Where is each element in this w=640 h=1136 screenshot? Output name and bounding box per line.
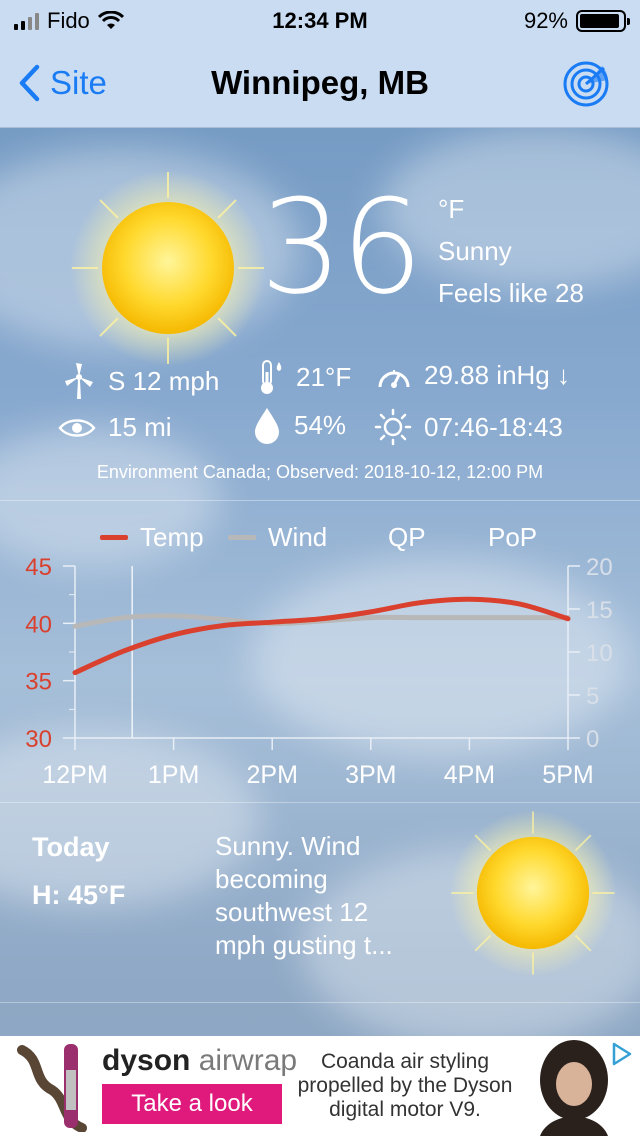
sunrise-sunset-stat: 07:46-18:43 [374,408,563,446]
ad-product-name: airwrap [198,1044,298,1077]
page-title: Winnipeg, MB [211,64,429,101]
x-tick-label: 5PM [542,761,593,789]
humidity-value: 54% [294,409,347,440]
dewpoint-stat: 21°F [258,358,351,396]
x-tick-label: 3PM [345,761,396,789]
ad-brand-name: dyson [102,1044,191,1077]
divider [0,1002,640,1003]
forecast-period: Today [32,832,110,862]
x-tick-label: 2PM [246,761,297,789]
pressure-stat: 29.88 inHg ↓ [376,360,570,391]
y-left-tick-label: 35 [25,669,52,696]
pressure-value: 29.88 inHg ↓ [424,360,570,390]
thermometer-icon [261,360,282,394]
radar-icon[interactable] [562,60,610,108]
temperature-unit: °F [438,194,465,224]
navigation-bar: Site Winnipeg, MB [0,40,640,128]
gauge-icon [378,369,410,388]
ad-brand: dyson airwrap [102,1044,297,1078]
current-temperature: 36 [260,171,423,323]
dewpoint-value: 21°F [296,361,352,392]
sunny-forecast-icon [449,809,617,977]
status-bar: Fido 12:34 PM 92% [0,0,640,40]
forecast-high: H: 45°F [32,880,126,910]
adchoices-icon[interactable] [610,1042,634,1066]
humidity-stat: 54% [252,406,346,444]
y-left-tick-label: 30 [25,726,52,753]
current-condition: Sunny [438,236,512,266]
hair-curler-image [17,1044,87,1132]
x-tick-label: 4PM [444,761,495,789]
eye-icon [58,418,96,437]
ad-banner[interactable]: dyson airwrap Take a look Coanda air sty… [0,1036,640,1136]
x-tick-label: 1PM [148,761,199,789]
sun-times-value: 07:46-18:43 [424,411,563,442]
observation-source: Environment Canada; Observed: 2018-10-12… [96,462,544,482]
feels-like: Feels like 28 [438,278,584,308]
battery-icon [576,10,630,32]
ad-copy: Coanda air styling propelled by the Dyso… [297,1050,513,1121]
y-right-tick-label: 5 [586,683,599,710]
wind-turbine-icon [65,363,93,399]
temp-series-line [72,596,571,676]
divider [0,802,640,803]
ad-model-image [540,1040,608,1136]
sun-outline-icon [374,408,412,446]
y-left-tick-label: 45 [25,554,52,581]
ad-take-a-look-button[interactable]: Take a look [102,1084,282,1124]
hourly-forecast-chart[interactable]: 45 40 35 30 20 15 10 5 0 12PM 1PM 2PM 3PM 4PM 5PM [0,548,640,798]
x-tick-label: 12PM [42,761,107,789]
divider [0,500,640,501]
sunny-weather-icon [70,170,266,366]
forecast-summary[interactable]: Sunny. Wind becoming southwest 12 mph gu… [215,830,415,962]
battery-percent: 92% [523,8,568,33]
wind-stat: S 12 mph [62,362,219,400]
visibility-stat: 15 mi [58,412,172,443]
y-right-tick-label: 0 [586,726,599,753]
y-right-tick-label: 20 [586,554,613,581]
water-drop-icon [255,408,279,444]
visibility-value: 15 mi [108,412,172,442]
y-left-tick-label: 40 [25,611,52,638]
wind-value: S 12 mph [108,365,220,396]
y-right-tick-label: 15 [586,597,613,624]
y-right-tick-label: 10 [586,640,613,667]
